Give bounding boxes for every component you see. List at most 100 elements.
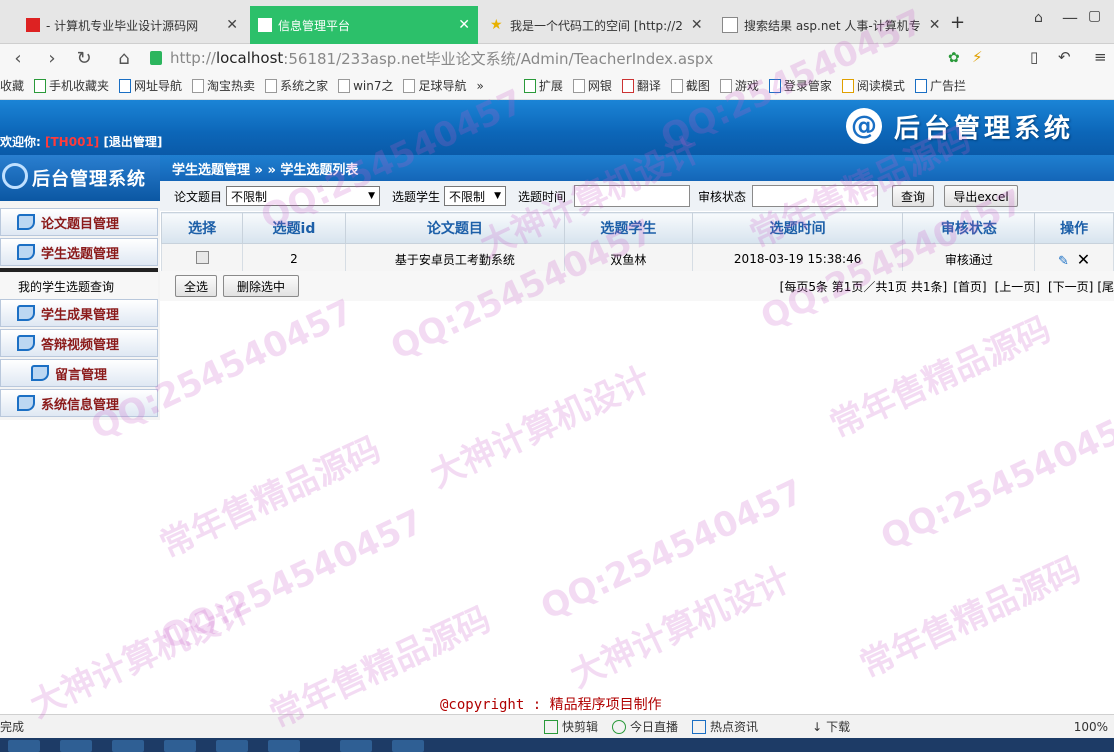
last-page-link[interactable]: [尾 xyxy=(1097,278,1114,295)
topic-select-value: 不限制 xyxy=(231,189,268,204)
phone-icon[interactable]: ▯ xyxy=(1030,48,1038,66)
bookmark-item[interactable]: 手机收藏夹 xyxy=(34,77,109,94)
shirt-icon[interactable]: ⌂ xyxy=(1034,10,1043,26)
taskbar-app[interactable] xyxy=(60,740,92,752)
zoom-level[interactable]: 100% xyxy=(1074,720,1108,734)
sidebar-item-label: 系统信息管理 xyxy=(41,397,120,413)
sidebar-item-video[interactable]: 答辩视频管理 xyxy=(0,329,158,357)
back-icon[interactable]: ‹ xyxy=(6,46,30,70)
phone-icon xyxy=(34,78,47,93)
first-page-link[interactable]: [首页] xyxy=(953,278,986,295)
query-button[interactable]: 查询 xyxy=(892,185,935,207)
extension-item[interactable]: 网银 xyxy=(572,77,612,94)
export-excel-button[interactable]: 导出excel xyxy=(944,185,1019,207)
bookmark-item[interactable]: 足球导航 xyxy=(403,77,466,94)
breadcrumb: 学生选题管理 » » 学生选题列表 xyxy=(160,155,1114,181)
url-input[interactable]: http://localhost:56181/233asp.net毕业论文系统/… xyxy=(150,46,940,70)
filter-bar: 论文题目 不限制 ▼ 选题学生 不限制 ▼ 选题时间 审核状态 查询 导出exc… xyxy=(160,181,1114,211)
status-item[interactable]: 快剪辑 xyxy=(544,718,598,735)
close-icon[interactable]: ✕ xyxy=(218,17,238,33)
extension-icon[interactable]: ✿ xyxy=(948,50,960,66)
bookmark-label: 收藏 xyxy=(0,79,25,93)
page-icon xyxy=(119,78,132,93)
browser-tab-active[interactable]: 信息管理平台 ✕ xyxy=(250,6,478,44)
student-select[interactable]: 不限制 ▼ xyxy=(444,186,507,206)
bank-icon xyxy=(572,78,585,93)
sidebar-item-thesis-topic[interactable]: 论文题目管理 xyxy=(0,208,158,236)
folder-icon xyxy=(31,365,49,381)
tab-label: 搜索结果 asp.net 人事-计算机专 xyxy=(744,18,921,33)
select-all-button[interactable]: 全选 xyxy=(175,275,217,297)
bookmark-item[interactable]: win7之 xyxy=(338,77,393,94)
topic-select[interactable]: 不限制 ▼ xyxy=(226,186,381,206)
folder-icon xyxy=(17,335,35,351)
extension-item[interactable]: 阅读模式 xyxy=(841,77,905,94)
status-item[interactable]: 今日直播 xyxy=(612,718,678,735)
sidebar-item-label: 留言管理 xyxy=(55,367,108,383)
book-icon xyxy=(841,78,854,93)
status-item[interactable]: 热点资讯 xyxy=(692,718,758,735)
reload-icon[interactable]: ↻ xyxy=(72,46,96,70)
taskbar-app[interactable] xyxy=(164,740,196,752)
more-bookmarks[interactable]: » xyxy=(476,79,483,93)
sidebar-logo-text: 后台管理系统 xyxy=(32,169,146,190)
select-cell xyxy=(160,243,244,275)
column-header: 论文题目 xyxy=(344,212,566,244)
logout-link[interactable]: [退出管理] xyxy=(103,135,162,149)
browser-tab[interactable]: - 计算机专业毕业设计源码网 ✕ xyxy=(18,6,246,44)
taskbar-app[interactable] xyxy=(268,740,300,752)
status-item[interactable]: ↓ 下载 xyxy=(812,718,850,735)
bookmark-item[interactable]: 系统之家 xyxy=(265,77,328,94)
minimize-icon[interactable]: — xyxy=(1062,8,1078,27)
maximize-icon[interactable]: ▢ xyxy=(1088,8,1101,24)
close-icon[interactable]: ✕ xyxy=(683,17,703,33)
close-icon[interactable]: ✕ xyxy=(450,17,470,33)
taskbar-app[interactable] xyxy=(392,740,424,752)
page-icon xyxy=(403,78,416,93)
home-icon[interactable]: ⌂ xyxy=(112,46,136,70)
taskbar-app[interactable] xyxy=(340,740,372,752)
browser-tab[interactable]: ★ 我是一个代码工的空间 [http://2 ✕ xyxy=(482,6,710,44)
extension-label: 扩展 xyxy=(538,79,563,93)
topic-cell: 基于安卓员工考勤系统 xyxy=(344,243,566,275)
browser-status-bar: 完成 快剪辑 今日直播 热点资讯 ↓ 下载 100% xyxy=(0,714,1114,738)
extension-item[interactable]: 扩展 xyxy=(523,77,563,94)
status-label: 审核状态 xyxy=(698,189,747,204)
extension-item[interactable]: 截图 xyxy=(670,77,710,94)
video-icon xyxy=(544,719,559,734)
extension-item[interactable]: 广告拦 xyxy=(914,77,966,94)
bookmark-item[interactable]: 网址导航 xyxy=(119,77,182,94)
prev-page-link[interactable]: [上一页] xyxy=(995,278,1040,295)
lightning-icon[interactable]: ⚡ xyxy=(972,48,983,66)
bookmark-item[interactable]: 收藏 xyxy=(0,77,24,94)
edit-icon[interactable]: ✎ xyxy=(1058,254,1069,269)
sidebar-item-messages[interactable]: 留言管理 xyxy=(0,359,158,387)
extension-item[interactable]: 游戏 xyxy=(719,77,759,94)
time-input[interactable] xyxy=(574,185,691,207)
close-icon[interactable]: ✕ xyxy=(921,17,941,33)
extension-item[interactable]: 登录管家 xyxy=(768,77,832,94)
bookmark-item[interactable]: 淘宝热卖 xyxy=(192,77,255,94)
taskbar-app[interactable] xyxy=(112,740,144,752)
sidebar-item-system[interactable]: 系统信息管理 xyxy=(0,389,158,417)
extension-item[interactable]: 翻译 xyxy=(621,77,661,94)
forward-icon[interactable]: › xyxy=(40,46,64,70)
sidebar-item-student-selection[interactable]: 学生选题管理 xyxy=(0,238,158,266)
status-cell: 审核通过 xyxy=(902,243,1036,275)
delete-icon[interactable]: ✕ xyxy=(1077,250,1090,269)
next-page-link[interactable]: [下一页] xyxy=(1048,278,1093,295)
taskbar-app[interactable] xyxy=(8,740,40,752)
browser-tab[interactable]: 搜索结果 asp.net 人事-计算机专 ✕ xyxy=(714,6,942,44)
delete-selected-button[interactable]: 删除选中 xyxy=(223,275,299,297)
url-path: :56181/233asp.net毕业论文系统/Admin/TeacherInd… xyxy=(283,49,714,68)
sidebar-item-results[interactable]: 学生成果管理 xyxy=(0,299,158,327)
menu-icon[interactable]: ≡ xyxy=(1094,48,1107,66)
row-checkbox[interactable] xyxy=(195,251,209,264)
undo-icon[interactable]: ↶ xyxy=(1058,48,1071,66)
taskbar-app[interactable] xyxy=(216,740,248,752)
new-tab-button[interactable]: + xyxy=(950,12,965,33)
user-id: [TH001] xyxy=(45,135,100,149)
sidebar-subitem-my-selection[interactable]: 我的学生选题查询 xyxy=(0,273,158,299)
status-item-label: 今日直播 xyxy=(630,720,679,734)
status-input[interactable] xyxy=(752,185,879,207)
